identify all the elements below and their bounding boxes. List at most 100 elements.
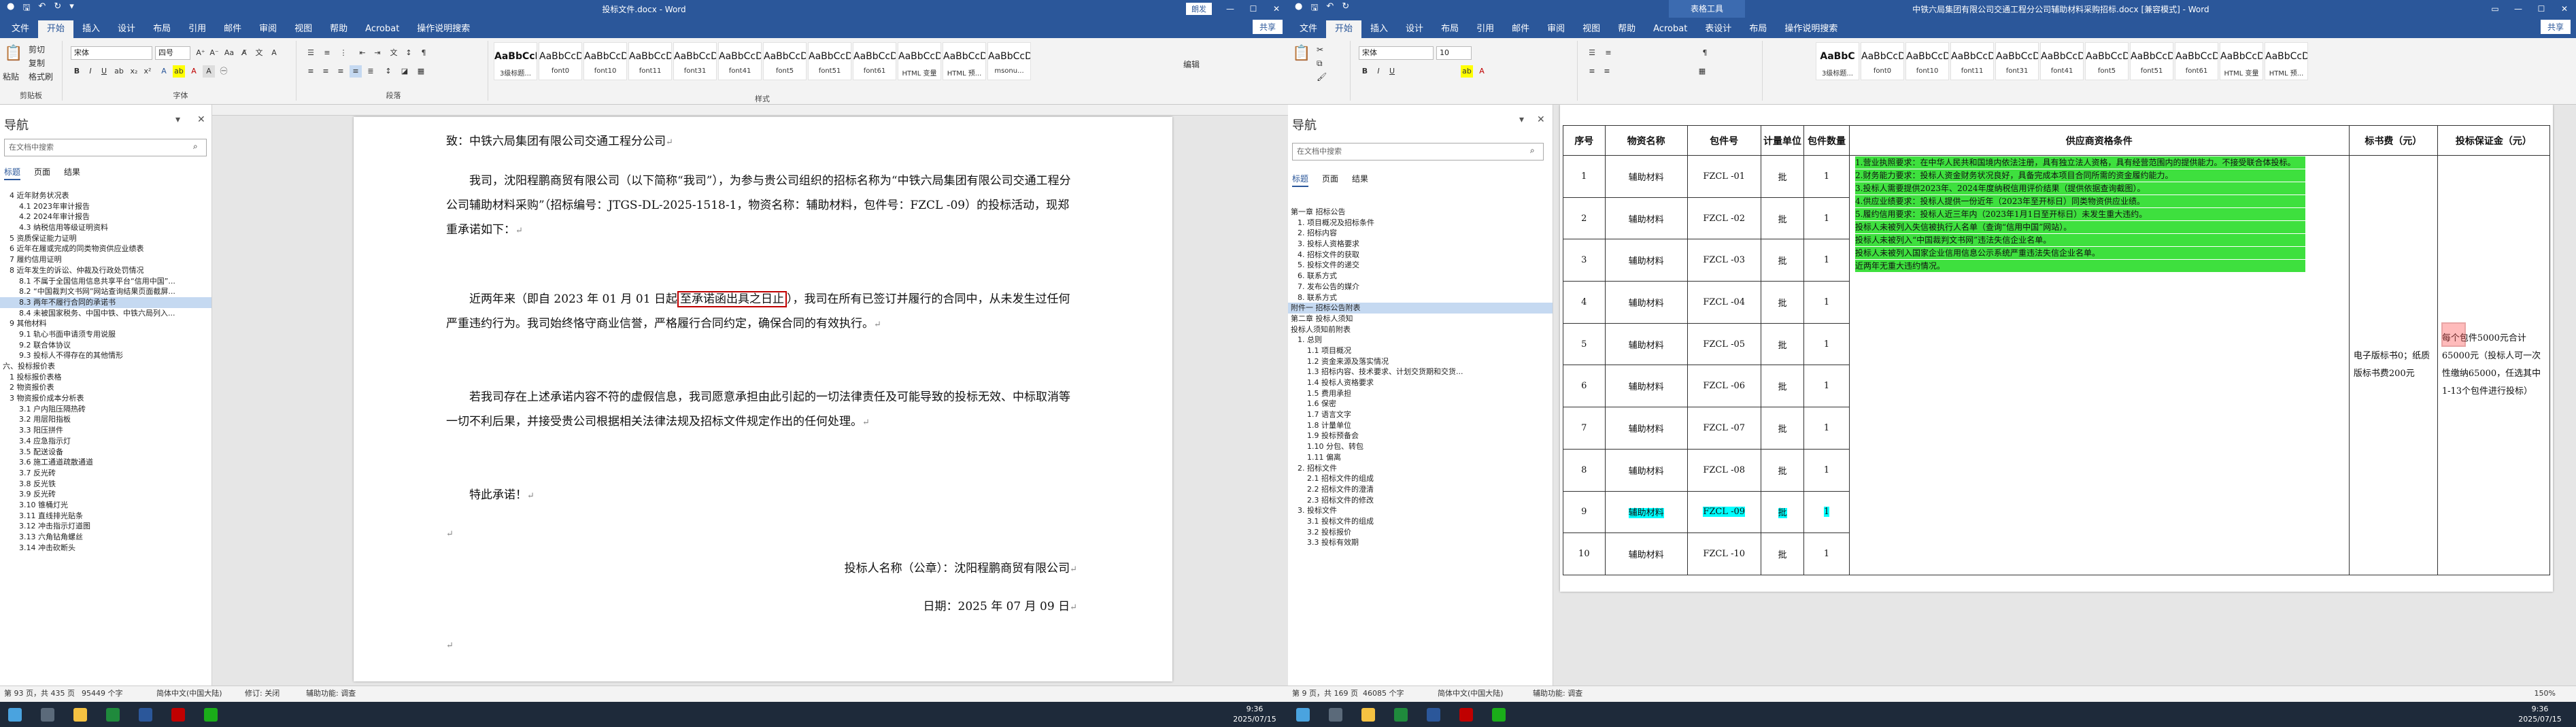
nav-heading-item[interactable]: 3.12 冲击指示灯道图 xyxy=(0,521,211,532)
nav-search-input[interactable]: 在文档中搜索 xyxy=(1292,143,1544,160)
nav-heading-item[interactable]: 6. 联系方式 xyxy=(1288,271,1553,282)
nav-heading-item[interactable]: 3.1 投标文件的组成 xyxy=(1288,516,1553,527)
style-item[interactable]: AaBbCcDdfont51 xyxy=(808,42,851,80)
nav-heading-item[interactable]: 2.1 招标文件的组成 xyxy=(1288,473,1553,484)
nav-heading-item[interactable]: 1. 项目概况及招标条件 xyxy=(1288,218,1553,229)
nav-heading-item[interactable]: 5. 投标文件的递交 xyxy=(1288,260,1553,271)
explorer-icon[interactable] xyxy=(73,708,87,722)
table-cell-qty[interactable]: 1 xyxy=(1803,448,1850,492)
underline-icon[interactable]: U xyxy=(1386,65,1398,78)
nav-heading-item[interactable]: 3 物资报价成本分析表 xyxy=(0,393,211,404)
style-item[interactable]: AaBbCcDdfont31 xyxy=(673,42,717,80)
tab-insert[interactable]: 插入 xyxy=(73,20,109,38)
style-item[interactable]: AaBbCcDdHTML 预... xyxy=(943,42,986,80)
highlight-icon[interactable]: ab xyxy=(173,65,185,78)
nav-heading-item[interactable]: 8.3 两年不履行合同的承诺书 xyxy=(0,297,211,308)
style-item[interactable]: AaBbCcDdfont11 xyxy=(628,42,672,80)
format-painter-button[interactable]: 格式刷 xyxy=(29,71,53,83)
table-cell-pkg[interactable]: FZCL -06 xyxy=(1687,365,1761,408)
char-shading-icon[interactable]: A xyxy=(203,65,215,78)
nav-heading-item[interactable]: 9.1 轨心书面申请须专用说服 xyxy=(0,329,211,340)
nav-heading-item[interactable]: 1.11 偏离 xyxy=(1288,452,1553,463)
distributed-icon[interactable]: ≣ xyxy=(365,65,377,78)
italic-icon[interactable]: I xyxy=(84,65,97,78)
table-cell-pkg[interactable]: FZCL -08 xyxy=(1687,448,1761,492)
close-icon[interactable]: ✕ xyxy=(1265,0,1288,18)
table-cell-no[interactable]: 8 xyxy=(1563,448,1606,492)
document-page[interactable]: 序号 物资名称 包件号 计量单位 包件数量 供应商资格条件 标书费（元） 投标保… xyxy=(1560,105,2553,592)
customize-icon[interactable]: ▾ xyxy=(69,1,74,16)
shrink-font-icon[interactable]: A⁻ xyxy=(208,47,220,59)
bullets-icon[interactable]: ☰ xyxy=(305,47,317,59)
nav-options-icon[interactable]: ▾ xyxy=(1519,114,1524,125)
tab-mailings[interactable]: 邮件 xyxy=(215,20,250,38)
tab-acrobat[interactable]: Acrobat xyxy=(1644,20,1696,38)
nav-heading-item[interactable]: 3.2 用层阳指板 xyxy=(0,414,211,425)
table-cell-unit[interactable]: 批 xyxy=(1760,239,1805,282)
nav-heading-item[interactable]: 3.10 锥桶灯光 xyxy=(0,500,211,511)
track-changes[interactable]: 修订: 关闭 xyxy=(245,686,279,701)
accessibility[interactable]: 辅助功能: 调查 xyxy=(1533,686,1582,701)
start-icon[interactable] xyxy=(8,708,22,722)
bullets-icon[interactable]: ☰ xyxy=(1586,47,1598,59)
nav-heading-item[interactable]: 3.7 反光砖 xyxy=(0,468,211,479)
strikethrough-icon[interactable]: ab xyxy=(113,65,125,78)
nav-heading-item[interactable]: 2.2 招标文件的澄清 xyxy=(1288,484,1553,495)
style-item[interactable]: AaBbCcDdfont10 xyxy=(1905,42,1949,80)
edit-button[interactable]: 编辑 xyxy=(1183,58,1200,71)
tab-table-design[interactable]: 表设计 xyxy=(1696,20,1740,38)
table-cell-no[interactable]: 3 xyxy=(1563,239,1606,282)
nav-heading-item[interactable]: 3.6 施工通道疏散通道 xyxy=(0,457,211,468)
style-item[interactable]: AaBbCcDdfont5 xyxy=(763,42,807,80)
font-color-icon[interactable]: A xyxy=(188,65,200,78)
multilevel-list-icon[interactable]: ⋮ xyxy=(337,47,350,59)
numbering-icon[interactable]: ≡ xyxy=(321,47,333,59)
table-cell-no[interactable]: 2 xyxy=(1563,197,1606,240)
nav-tab-headings[interactable]: 标题 xyxy=(4,166,21,180)
table-cell-unit[interactable]: 批 xyxy=(1760,155,1805,198)
table-cell-qty[interactable]: 1 xyxy=(1803,490,1850,534)
document-page[interactable]: 致：中铁六局集团有限公司交通工程分公司↵ 我司，沈阳程鹏商贸有限公司（以下简称“… xyxy=(354,117,1172,681)
copy-icon[interactable]: ⧉ xyxy=(1317,57,1323,69)
language[interactable]: 简体中文(中国大陆) xyxy=(1438,686,1504,701)
autosave-icon[interactable]: ● xyxy=(7,1,14,16)
table-cell-unit[interactable]: 批 xyxy=(1760,532,1805,575)
tab-table-layout[interactable]: 布局 xyxy=(1740,20,1776,38)
table-cell-pkg[interactable]: FZCL -02 xyxy=(1687,197,1761,240)
nav-heading-item[interactable]: 1.10 分包、转包 xyxy=(1288,441,1553,452)
chinese-layout-icon[interactable]: 文 xyxy=(388,47,400,59)
tab-home[interactable]: 开始 xyxy=(38,20,74,38)
justify-icon[interactable]: ≡ xyxy=(350,65,362,78)
shading-icon[interactable]: ◪ xyxy=(399,65,411,78)
paste-icon[interactable]: 📋 xyxy=(4,46,22,61)
nav-heading-item[interactable]: 5 资质保证能力证明 xyxy=(0,233,211,244)
font-name-select[interactable]: 宋体 xyxy=(71,46,152,60)
tab-acrobat[interactable]: Acrobat xyxy=(356,20,408,38)
nav-close-icon[interactable]: ✕ xyxy=(1537,114,1545,125)
table-cell-unit[interactable]: 批 xyxy=(1760,407,1805,450)
table-cell-pkg[interactable]: FZCL -07 xyxy=(1687,407,1761,450)
style-item[interactable]: AaBbCcDdfont61 xyxy=(2175,42,2218,80)
zoom-level[interactable]: 150% xyxy=(2535,686,2556,701)
nav-heading-item[interactable]: 3.5 配送设备 xyxy=(0,447,211,458)
ribbon-options-icon[interactable]: ▭ xyxy=(1196,0,1219,18)
nav-heading-item[interactable]: 1.8 计量单位 xyxy=(1288,420,1553,431)
bold-icon[interactable]: B xyxy=(1359,65,1371,78)
tab-design[interactable]: 设计 xyxy=(109,20,144,38)
tab-view[interactable]: 视图 xyxy=(286,20,321,38)
increase-indent-icon[interactable]: ⇥ xyxy=(371,47,384,59)
table-cell-name[interactable]: 辅助材料 xyxy=(1604,322,1688,366)
start-icon[interactable] xyxy=(1296,708,1310,722)
nav-heading-item[interactable]: 1.2 资金来源及落实情况 xyxy=(1288,356,1553,367)
search-icon[interactable] xyxy=(1329,708,1342,722)
maximize-icon[interactable]: ☐ xyxy=(2530,0,2553,18)
tab-help[interactable]: 帮助 xyxy=(321,20,356,38)
table-cell-qty[interactable]: 1 xyxy=(1803,155,1850,198)
style-item[interactable]: AaBbCcDdfont0 xyxy=(1861,42,1904,80)
table-cell-qty[interactable]: 1 xyxy=(1803,532,1850,575)
share-button[interactable]: 共享 xyxy=(2540,20,2571,34)
table-cell-unit[interactable]: 批 xyxy=(1760,365,1805,408)
clear-format-icon[interactable]: A̸ xyxy=(238,47,250,59)
table-cell-unit[interactable]: 批 xyxy=(1760,448,1805,492)
nav-heading-item[interactable]: 3. 投标人资格要求 xyxy=(1288,239,1553,250)
